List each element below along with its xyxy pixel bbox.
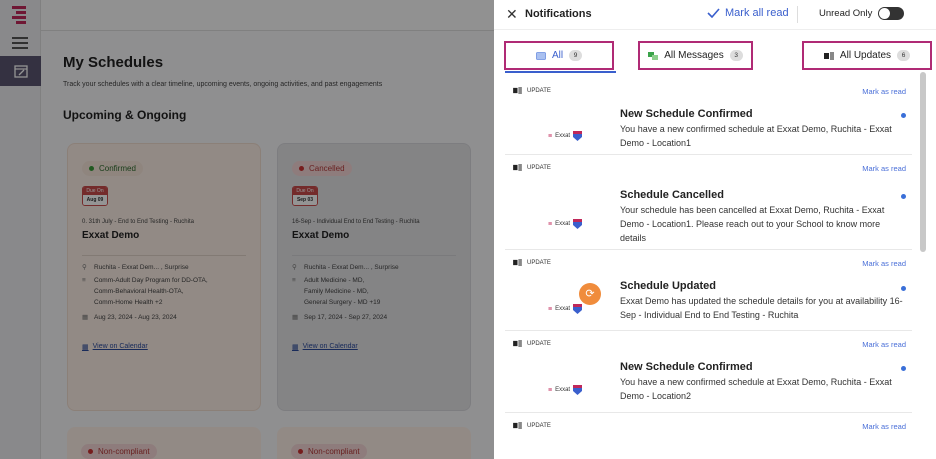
inbox-icon bbox=[536, 51, 546, 60]
mark-as-read-link[interactable]: Mark as read bbox=[862, 422, 906, 431]
tab-all-updates[interactable]: All Updates 6 bbox=[802, 41, 932, 70]
exxat-logo: ≡ Exxat bbox=[548, 385, 583, 395]
notification-body: Your schedule has been cancelled at Exxa… bbox=[620, 205, 885, 243]
shield-icon bbox=[573, 385, 583, 395]
unread-only-label: Unread Only bbox=[819, 8, 873, 19]
item-tag: UPDATE bbox=[513, 164, 551, 171]
unread-indicator bbox=[901, 113, 906, 118]
notification-title: New Schedule Confirmed bbox=[620, 108, 753, 120]
update-icon bbox=[823, 51, 834, 60]
chat-icon bbox=[648, 51, 659, 60]
exxat-logo: ≡ Exxat bbox=[548, 304, 583, 314]
item-tag: UPDATE bbox=[513, 87, 551, 94]
exxat-logo: ≡ Exxat bbox=[548, 131, 583, 141]
item-tag: UPDATE bbox=[513, 259, 551, 266]
panel-title: Notifications bbox=[525, 8, 592, 20]
panel-header: ✕ Notifications Mark all read Unread Onl… bbox=[494, 0, 936, 30]
shield-icon bbox=[573, 131, 583, 141]
notification-body: You have a new confirmed schedule at Exx… bbox=[620, 377, 892, 401]
notification-item[interactable]: UPDATE Mark as read ≡ Exxat New Schedule … bbox=[505, 78, 912, 155]
item-tag: UPDATE bbox=[513, 340, 551, 347]
modal-backdrop[interactable] bbox=[0, 0, 494, 459]
notification-item[interactable]: UPDATE Mark as read ≡ Exxat New Schedule … bbox=[505, 331, 912, 413]
close-icon[interactable]: ✕ bbox=[506, 7, 520, 21]
app-root: My Schedules Track your schedules with a… bbox=[0, 0, 936, 459]
unread-indicator bbox=[901, 366, 906, 371]
notifications-panel: ✕ Notifications Mark all read Unread Onl… bbox=[494, 0, 936, 459]
update-icon bbox=[513, 164, 522, 171]
mark-as-read-link[interactable]: Mark as read bbox=[862, 87, 906, 96]
notification-title: New Schedule Confirmed bbox=[620, 361, 753, 373]
notification-item[interactable]: UPDATE Mark as read ⟳ ≡ Exxat Schedule Up… bbox=[505, 250, 912, 331]
checkmark-icon bbox=[707, 8, 720, 18]
tab-all[interactable]: All 9 bbox=[504, 41, 614, 70]
refresh-icon[interactable]: ⟳ bbox=[579, 283, 601, 305]
update-icon bbox=[513, 340, 522, 347]
tab-all-messages[interactable]: All Messages 3 bbox=[638, 41, 753, 70]
unread-indicator bbox=[901, 194, 906, 199]
mark-as-read-link[interactable]: Mark as read bbox=[862, 259, 906, 268]
notification-item[interactable]: UPDATE Mark as read ≡ Exxat Schedule Canc… bbox=[505, 155, 912, 250]
update-icon bbox=[513, 87, 522, 94]
mark-all-read-button[interactable]: Mark all read bbox=[707, 7, 789, 19]
shield-icon bbox=[573, 219, 583, 229]
notification-title: Schedule Updated bbox=[620, 280, 716, 292]
unread-only-toggle[interactable] bbox=[878, 7, 904, 20]
exxat-logo: ≡ Exxat bbox=[548, 219, 583, 229]
notification-scrollbar[interactable] bbox=[920, 72, 926, 252]
unread-indicator bbox=[901, 286, 906, 291]
active-tab-indicator bbox=[505, 71, 616, 73]
update-icon bbox=[513, 259, 522, 266]
notification-item[interactable]: UPDATE Mark as read bbox=[505, 413, 912, 451]
notification-tabs: All 9 All Messages 3 All Updates 6 bbox=[502, 40, 932, 72]
notification-body: You have a new confirmed schedule at Exx… bbox=[620, 124, 892, 148]
shield-icon bbox=[573, 304, 583, 314]
item-tag: UPDATE bbox=[513, 422, 551, 429]
mark-as-read-link[interactable]: Mark as read bbox=[862, 164, 906, 173]
notification-body: Exxat Demo has updated the schedule deta… bbox=[620, 296, 903, 320]
mark-as-read-link[interactable]: Mark as read bbox=[862, 340, 906, 349]
notification-list: UPDATE Mark as read ≡ Exxat New Schedule … bbox=[505, 78, 912, 451]
update-icon bbox=[513, 422, 522, 429]
notification-title: Schedule Cancelled bbox=[620, 189, 724, 201]
